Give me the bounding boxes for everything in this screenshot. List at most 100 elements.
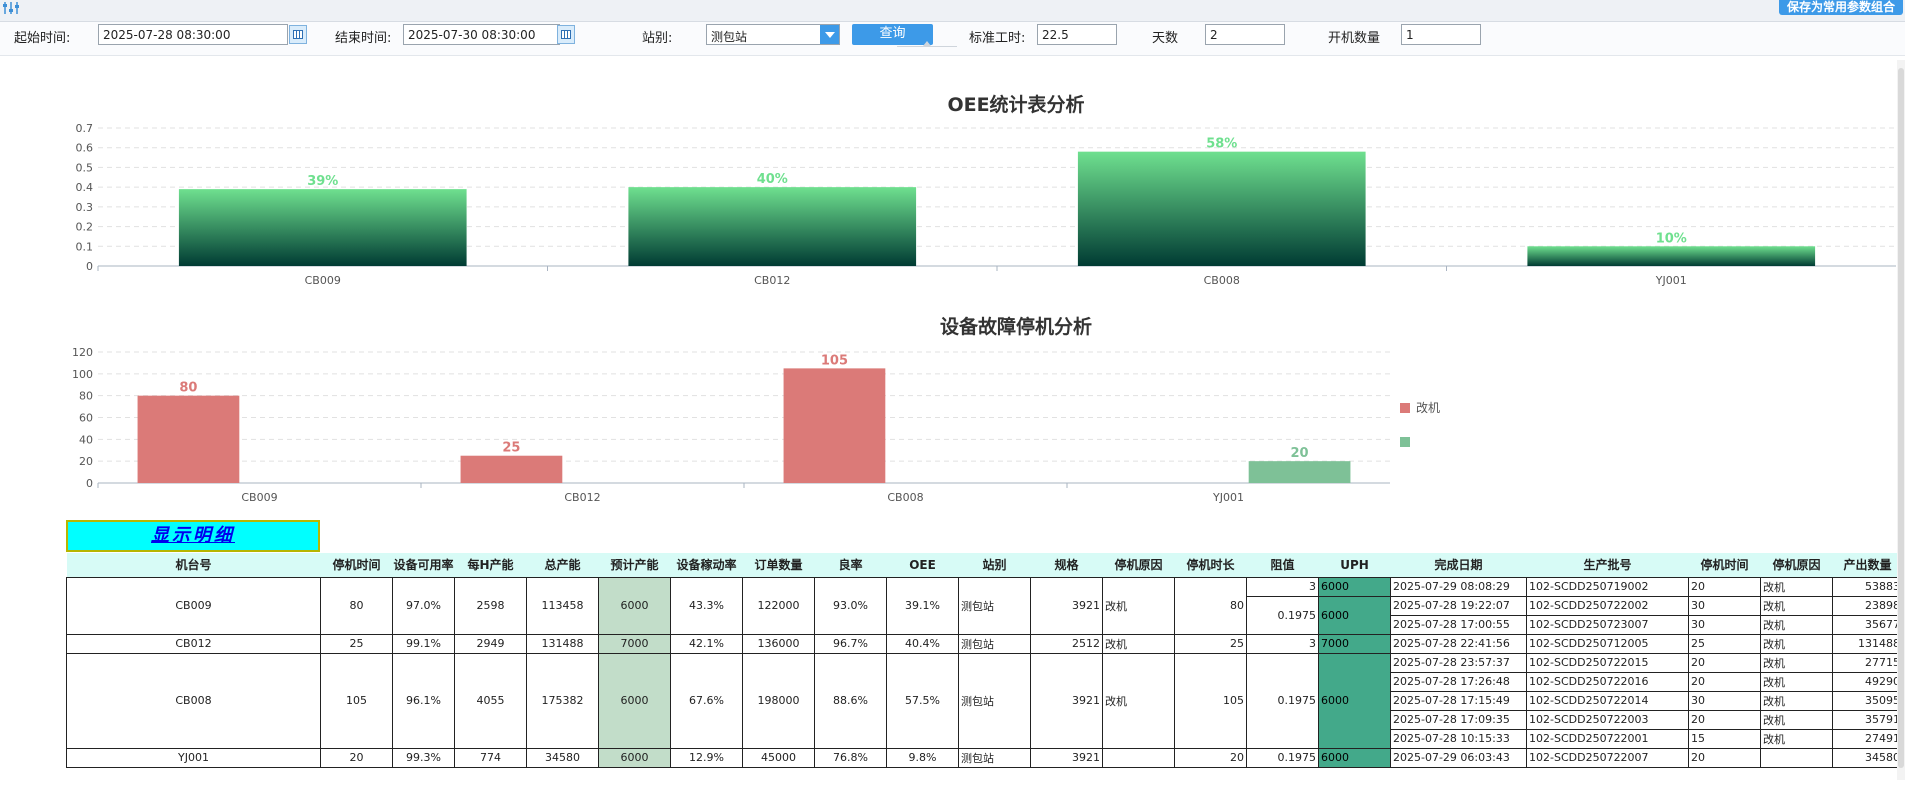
downtime-value-label: 105 xyxy=(821,353,848,368)
end-time-input[interactable] xyxy=(403,24,560,45)
column-header[interactable]: 生产批号 xyxy=(1526,553,1689,577)
downtime-bar-CB012[interactable] xyxy=(460,455,563,483)
std-time-input[interactable] xyxy=(1037,24,1117,45)
collapse-toolbar-icon[interactable] xyxy=(897,41,957,54)
legend-label-0: 改机 xyxy=(1416,401,1440,415)
column-header[interactable]: 规格 xyxy=(1030,553,1103,577)
yield-cell: 93.0% xyxy=(814,576,887,635)
x-tick-label: YJ001 xyxy=(1655,274,1687,287)
column-header[interactable]: 阻值 xyxy=(1246,553,1319,577)
oee-value-label: 58% xyxy=(1206,137,1237,152)
chevron-down-icon[interactable] xyxy=(820,25,839,44)
availability-cell: 99.1% xyxy=(392,633,455,654)
column-header[interactable]: UPH xyxy=(1318,553,1391,577)
y-tick-label: 40 xyxy=(79,433,93,446)
y-tick-label: 80 xyxy=(79,390,93,403)
uph-cell: 7000 xyxy=(1318,633,1391,654)
column-header[interactable]: 产出数量 xyxy=(1832,553,1903,577)
column-header[interactable]: 总产能 xyxy=(526,553,599,577)
column-header[interactable]: 停机时间 xyxy=(320,553,393,577)
output-qty-cell: 34580 xyxy=(1832,747,1903,768)
vertical-scrollbar[interactable] xyxy=(1897,60,1905,780)
table-row[interactable]: CB009 80 97.0% 2598 113458 6000 43.3% 122000 93.… xyxy=(66,576,1903,635)
downtime-cell: 105 xyxy=(320,652,393,749)
x-tick-label: CB012 xyxy=(754,274,790,287)
y-tick-label: 0 xyxy=(86,260,93,273)
downtime-cell: 80 xyxy=(320,576,393,635)
uph-cell: 6000 xyxy=(1318,595,1391,635)
end-calendar-icon[interactable] xyxy=(557,25,575,44)
detail-stop-reason-cell: 改机 xyxy=(1760,633,1833,654)
order-qty-cell: 45000 xyxy=(742,747,815,768)
oee-cell: 40.4% xyxy=(886,633,959,654)
column-header[interactable]: 机台号 xyxy=(66,553,321,577)
table-row[interactable]: CB012 25 99.1% 2949 131488 7000 42.1% 136000 96.… xyxy=(66,633,1903,654)
spec-cell: 3921 xyxy=(1030,652,1103,749)
column-header[interactable]: OEE xyxy=(886,553,959,577)
show-detail-label[interactable]: 显示明细 xyxy=(151,525,235,546)
detail-stop-reason-cell: 改机 xyxy=(1760,671,1833,692)
detail-stop-time-cell: 20 xyxy=(1688,652,1761,673)
oee-bar-YJ001[interactable] xyxy=(1527,246,1816,266)
detail-stop-time-cell: 30 xyxy=(1688,595,1761,616)
availability-cell: 97.0% xyxy=(392,576,455,635)
y-tick-label: 100 xyxy=(72,368,93,381)
column-header[interactable]: 完成日期 xyxy=(1390,553,1527,577)
table-row[interactable]: YJ001 20 99.3% 774 34580 6000 12.9% 45000 76.8% 9… xyxy=(66,747,1903,768)
station-select[interactable]: 测包站 xyxy=(706,24,840,45)
column-header[interactable]: 停机时长 xyxy=(1174,553,1247,577)
utilization-cell: 42.1% xyxy=(670,633,743,654)
machines-label: 开机数量 xyxy=(1328,31,1381,46)
column-header[interactable]: 良率 xyxy=(814,553,887,577)
detail-stop-reason-cell: 改机 xyxy=(1760,652,1833,673)
downtime-chart: 设备故障停机分析 0 20 40 60 80 100 120 80 CB009 25 CB012 1… xyxy=(72,315,1440,504)
column-header[interactable]: 设备稼动率 xyxy=(670,553,743,577)
oee-bar-CB012[interactable] xyxy=(628,187,917,266)
output-qty-cell: 35791 xyxy=(1832,709,1903,730)
days-input[interactable] xyxy=(1205,24,1285,45)
detail-stop-time-cell: 20 xyxy=(1688,671,1761,692)
utilization-cell: 12.9% xyxy=(670,747,743,768)
downtime-bar-YJ001[interactable] xyxy=(1248,461,1351,483)
resistance-cell: 0.1975 xyxy=(1246,595,1319,635)
filter-icon[interactable] xyxy=(2,1,20,15)
show-detail-button[interactable]: 显示明细 xyxy=(66,520,320,552)
machine-cell: YJ001 xyxy=(66,747,321,768)
column-header[interactable]: 停机原因 xyxy=(1760,553,1833,577)
y-tick-label: 0.3 xyxy=(76,201,94,214)
yield-cell: 96.7% xyxy=(814,633,887,654)
oee-cell: 9.8% xyxy=(886,747,959,768)
x-tick-label: CB009 xyxy=(305,274,341,287)
oee-bar-CB008[interactable] xyxy=(1077,151,1366,266)
oee-value-label: 10% xyxy=(1656,231,1687,246)
column-header[interactable]: 预计产能 xyxy=(598,553,671,577)
start-time-label: 起始时间: xyxy=(14,31,71,46)
per-hour-cell: 774 xyxy=(454,747,527,768)
oee-bar-CB009[interactable] xyxy=(178,189,467,266)
stop-duration-cell: 105 xyxy=(1174,652,1247,749)
column-header[interactable]: 站别 xyxy=(958,553,1031,577)
batch-number-cell: 102-SCDD250723007 xyxy=(1526,614,1689,635)
spec-cell: 2512 xyxy=(1030,633,1103,654)
column-header[interactable]: 停机时间 xyxy=(1688,553,1761,577)
resistance-cell: 0.1975 xyxy=(1246,747,1319,768)
start-time-input[interactable] xyxy=(98,24,288,45)
stop-reason-cell: 改机 xyxy=(1102,633,1175,654)
column-header[interactable]: 订单数量 xyxy=(742,553,815,577)
downtime-bar-CB008[interactable] xyxy=(783,368,886,483)
x-tick-label: CB012 xyxy=(564,491,600,504)
table-row[interactable]: CB008 105 96.1% 4055 175382 6000 67.6% 198000 88… xyxy=(66,652,1903,749)
completion-date-cell: 2025-07-28 17:09:35 xyxy=(1390,709,1527,730)
column-header[interactable]: 设备可用率 xyxy=(392,553,455,577)
save-param-combo-button[interactable]: 保存为常用参数组合 xyxy=(1778,0,1903,15)
machines-input[interactable] xyxy=(1401,24,1481,45)
total-capacity-cell: 34580 xyxy=(526,747,599,768)
start-calendar-icon[interactable] xyxy=(289,25,307,44)
column-header[interactable]: 每H产能 xyxy=(454,553,527,577)
column-header[interactable]: 停机原因 xyxy=(1102,553,1175,577)
query-button[interactable]: 查询 xyxy=(852,24,933,45)
x-tick-label: CB008 xyxy=(1204,274,1240,287)
downtime-bar-CB009[interactable] xyxy=(137,395,240,483)
y-tick-label: 20 xyxy=(79,455,93,468)
batch-number-cell: 102-SCDD250719002 xyxy=(1526,576,1689,597)
